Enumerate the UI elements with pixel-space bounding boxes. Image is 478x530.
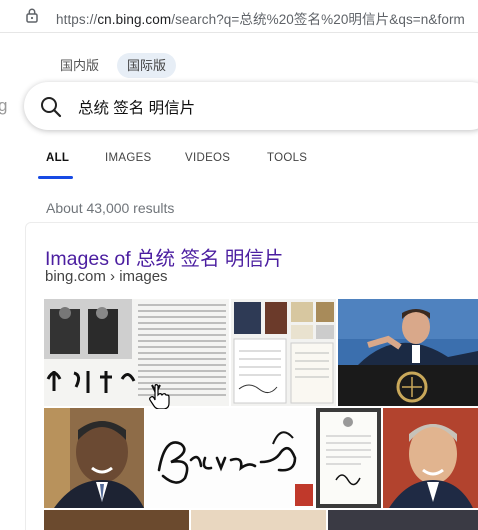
url-path: /search?q=总统%20签名%20明信片&qs=n&form [171,12,465,27]
hand-cursor-icon [149,384,170,409]
image-signature-closeup[interactable] [145,408,315,508]
image-obama-portrait[interactable] [44,408,144,508]
tab-tools[interactable]: TOOLS [267,152,307,164]
url-host: cn.bing.com [97,12,172,27]
market-tab-domestic[interactable]: 国内版 [50,53,109,78]
image-carter-portrait[interactable] [383,408,478,508]
results-count: About 43,000 results [46,200,175,216]
result-title-link[interactable]: Images of 总统 签名 明信片 [45,242,283,271]
image-macron-podium[interactable] [338,299,478,406]
market-tab-international[interactable]: 国际版 [117,53,177,78]
active-tab-indicator [38,176,73,179]
cropped-logo-fragment: g [0,96,8,115]
image-korean-signed-document[interactable] [44,299,229,406]
image-row3-1[interactable] [44,510,189,530]
image-row3-3[interactable] [328,510,478,530]
search-icon[interactable] [40,96,62,118]
search-box[interactable]: 总统 签名 明信片 [24,82,478,130]
tab-images[interactable]: IMAGES [105,152,152,164]
result-cite: bing.com › images [45,268,168,285]
url-text[interactable]: https://cn.bing.com/search?q=总统%20签名%20明… [56,8,465,28]
image-signed-letter[interactable] [316,408,381,508]
tab-videos[interactable]: VIDEOS [185,152,230,164]
address-bar[interactable]: https://cn.bing.com/search?q=总统%20签名%20明… [0,0,478,33]
image-row3-2[interactable] [191,510,326,530]
image-certificate-collage[interactable] [231,299,336,406]
tab-all[interactable]: ALL [46,152,69,164]
search-input[interactable]: 总统 签名 明信片 [78,96,195,118]
lock-icon[interactable] [26,8,38,23]
url-scheme: https:// [56,12,98,27]
